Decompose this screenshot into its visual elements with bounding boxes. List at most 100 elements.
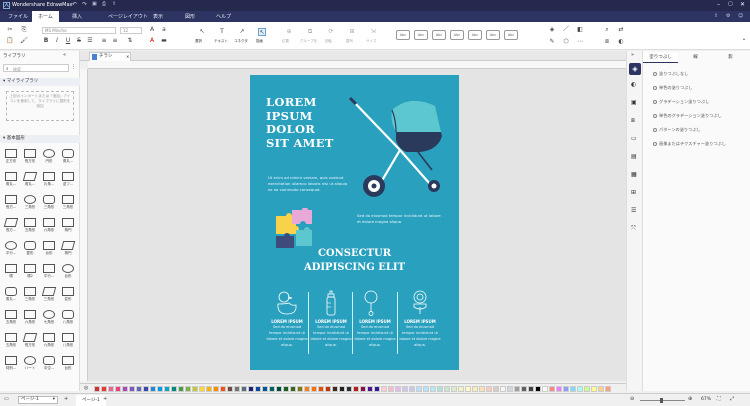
- menu-insert[interactable]: 挿入: [72, 13, 82, 20]
- highlight-icon[interactable]: ▬: [160, 37, 168, 45]
- shape-item[interactable]: 正方形: [2, 147, 20, 165]
- color-swatch[interactable]: [346, 386, 352, 392]
- fill-option-pattern[interactable]: パターンの塗りつぶし: [653, 127, 701, 133]
- color-swatch[interactable]: [297, 386, 303, 392]
- color-swatch[interactable]: [577, 386, 583, 392]
- style-preset-3[interactable]: Abc: [432, 30, 446, 40]
- shape-item[interactable]: 八角形: [59, 308, 77, 326]
- color-swatch[interactable]: [409, 386, 415, 392]
- color-swatch[interactable]: [493, 386, 499, 392]
- color-swatch[interactable]: [234, 386, 240, 392]
- color-swatch[interactable]: [199, 386, 205, 392]
- style-icon[interactable]: ⬡: [562, 38, 570, 46]
- color-swatch[interactable]: [304, 386, 310, 392]
- poster-subheading[interactable]: CONSECTUR ADIPISCING ELIT: [262, 247, 447, 275]
- settings-icon[interactable]: ⚙: [726, 13, 730, 19]
- pen-icon[interactable]: ✎: [548, 38, 556, 46]
- color-swatch[interactable]: [514, 386, 520, 392]
- menu-shape[interactable]: 図形: [185, 13, 195, 20]
- connector-tool-icon[interactable]: ↗: [238, 28, 246, 36]
- library-menu-icon[interactable]: ⋮: [71, 64, 76, 70]
- page-layout-icon[interactable]: ▭: [4, 396, 9, 402]
- shape-item[interactable]: 環2: [21, 262, 39, 280]
- shape-item[interactable]: 台形: [59, 354, 77, 372]
- color-swatch[interactable]: [108, 386, 114, 392]
- color-swatch[interactable]: [129, 386, 135, 392]
- color-swatch[interactable]: [507, 386, 513, 392]
- shape-item[interactable]: 長方形: [21, 331, 39, 349]
- style-preset-1[interactable]: Abc: [396, 30, 410, 40]
- color-swatch[interactable]: [136, 386, 142, 392]
- color-swatch[interactable]: [437, 386, 443, 392]
- color-swatch[interactable]: [269, 386, 275, 392]
- menu-home[interactable]: ホーム: [32, 11, 59, 22]
- fit-panel-icon[interactable]: ⤧: [631, 225, 636, 233]
- color-swatch[interactable]: [290, 386, 296, 392]
- color-swatch[interactable]: [283, 386, 289, 392]
- shape-item[interactable]: 特別...: [2, 354, 20, 372]
- poster-paragraph-1[interactable]: Ut enim ad minim veniam, quis nostrud ex…: [268, 175, 358, 193]
- tab-line[interactable]: 線: [678, 53, 713, 63]
- color-swatch[interactable]: [605, 386, 611, 392]
- ribbon-collapse-icon[interactable]: ⌃: [740, 38, 748, 46]
- text-tool-icon[interactable]: T: [218, 28, 226, 36]
- style-panel-icon[interactable]: ◐: [631, 81, 636, 88]
- shape-item[interactable]: 楕円: [59, 239, 77, 257]
- baby-bottle-icon[interactable]: [324, 290, 338, 316]
- color-swatch[interactable]: [591, 386, 597, 392]
- color-swatch[interactable]: [248, 386, 254, 392]
- fill-option-single-gradient[interactable]: 単色のグラデーション塗りつぶし: [653, 113, 722, 119]
- menu-page-layout[interactable]: ページレイアウト: [108, 13, 148, 20]
- rattle-icon[interactable]: [362, 290, 380, 316]
- color-swatch[interactable]: [94, 386, 100, 392]
- shape-item[interactable]: 変形: [59, 285, 77, 303]
- text-direction-icon[interactable]: ⇅: [126, 37, 134, 45]
- strikethrough-icon[interactable]: S: [75, 37, 83, 45]
- shape-item[interactable]: 長方...: [2, 216, 20, 234]
- palette-icon[interactable]: ◎: [84, 385, 88, 391]
- shape-item[interactable]: 楕円: [59, 216, 77, 234]
- color-swatch[interactable]: [213, 386, 219, 392]
- group-icon[interactable]: ⧉: [306, 28, 314, 36]
- color-swatch[interactable]: [444, 386, 450, 392]
- poster-paragraph-2[interactable]: Sed do eiusmod tempor incididunt ut labo…: [357, 213, 447, 225]
- color-swatch[interactable]: [178, 386, 184, 392]
- my-library-header[interactable]: ▾ マイライブラリ: [0, 78, 80, 86]
- tab-shadow[interactable]: 影: [713, 53, 748, 63]
- fill-option-none[interactable]: 塗りつぶしなし: [653, 71, 688, 77]
- shape-item[interactable]: 台形: [40, 239, 58, 257]
- color-swatch[interactable]: [521, 386, 527, 392]
- color-swatch[interactable]: [528, 386, 534, 392]
- zoom-out-icon[interactable]: ⊖: [630, 396, 634, 402]
- color-swatch[interactable]: [164, 386, 170, 392]
- shape-item[interactable]: 角丸...: [2, 170, 20, 188]
- line-icon[interactable]: ／: [562, 26, 570, 34]
- layers-icon[interactable]: ⧈: [603, 38, 611, 46]
- rubber-duck-icon[interactable]: [275, 290, 299, 316]
- shape-item[interactable]: 三角形: [21, 193, 39, 211]
- shape-item[interactable]: 環: [2, 262, 20, 280]
- fullscreen-icon[interactable]: ⤢: [730, 396, 734, 402]
- find-icon[interactable]: ⌕: [603, 26, 611, 34]
- color-swatch[interactable]: [542, 386, 548, 392]
- copy-icon[interactable]: ⎘: [20, 26, 28, 34]
- shape-item[interactable]: 六角形: [21, 308, 39, 326]
- color-swatch[interactable]: [416, 386, 422, 392]
- style-preset-6[interactable]: Abc: [486, 30, 500, 40]
- color-swatch[interactable]: [486, 386, 492, 392]
- puzzle-illustration[interactable]: [274, 208, 314, 250]
- zoom-handle[interactable]: [660, 398, 663, 403]
- color-swatch[interactable]: [367, 386, 373, 392]
- shadow-icon[interactable]: ◧: [576, 26, 584, 34]
- add-page-icon[interactable]: +: [64, 396, 68, 402]
- zoom-in-icon[interactable]: ⊕: [688, 396, 692, 402]
- shape-item[interactable]: 八角形: [59, 331, 77, 349]
- page-tab[interactable]: ページ-1: [76, 395, 106, 406]
- replace-icon[interactable]: ⇄: [617, 26, 625, 34]
- align-left-icon[interactable]: ≡: [100, 37, 108, 45]
- color-swatch[interactable]: [472, 386, 478, 392]
- shape-item[interactable]: 三角形: [40, 193, 58, 211]
- color-swatch[interactable]: [220, 386, 226, 392]
- color-swatch[interactable]: [584, 386, 590, 392]
- color-swatch[interactable]: [360, 386, 366, 392]
